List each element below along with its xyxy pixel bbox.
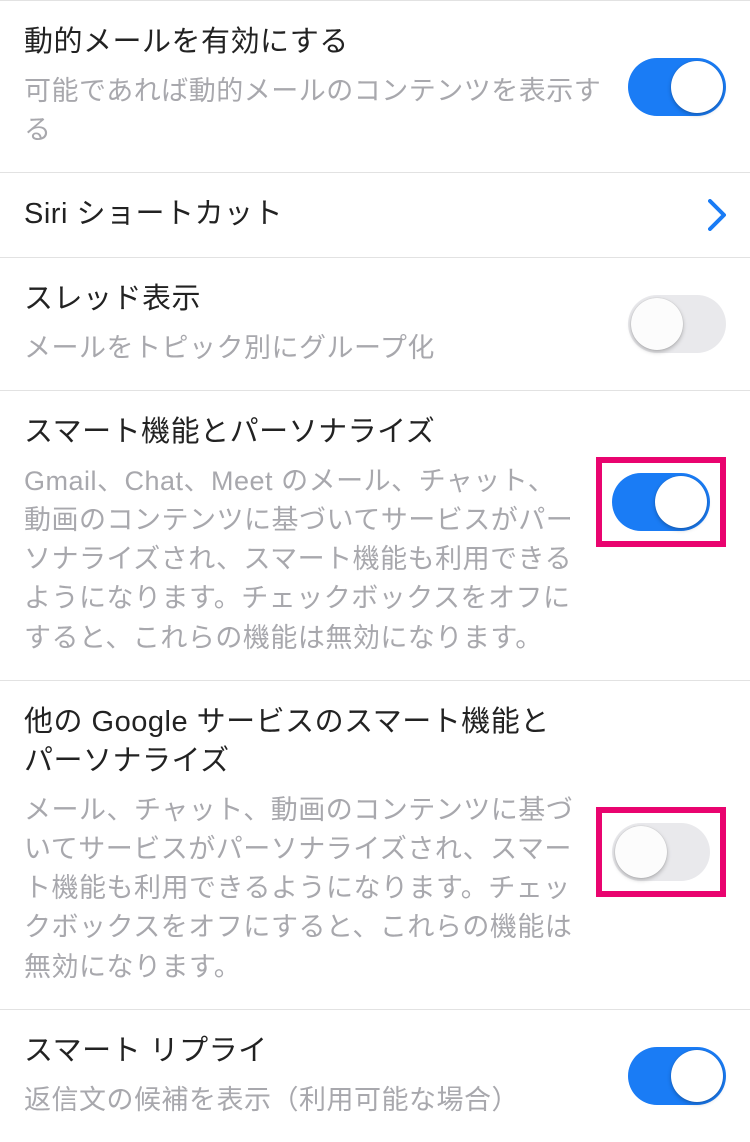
smart-personalize-control xyxy=(596,413,726,547)
smart-personalize-desc: Gmail、Chat、Meet のメール、チャット、動画のコンテンツに基づいてサ… xyxy=(24,462,578,658)
row-thread-view: スレッド表示 メールをトピック別にグループ化 xyxy=(0,258,750,391)
smart-reply-control xyxy=(628,1047,726,1105)
dynamic-mail-toggle[interactable] xyxy=(628,58,726,116)
dynamic-mail-control xyxy=(628,58,726,116)
row-text: 動的メールを有効にする 可能であれば動的メールのコンテンツを表示する xyxy=(24,23,610,150)
siri-chevron xyxy=(708,199,726,231)
toggle-knob xyxy=(615,826,667,878)
thread-toggle[interactable] xyxy=(628,295,726,353)
row-siri-shortcuts[interactable]: Siri ショートカット xyxy=(0,173,750,257)
highlight-box xyxy=(596,807,726,897)
chevron-right-icon xyxy=(708,199,726,231)
row-dynamic-mail: 動的メールを有効にする 可能であれば動的メールのコンテンツを表示する xyxy=(0,0,750,173)
dynamic-mail-title: 動的メールを有効にする xyxy=(24,23,610,62)
toggle-knob xyxy=(671,61,723,113)
smart-personalize-toggle[interactable] xyxy=(612,473,710,531)
row-text: スレッド表示 メールをトピック別にグループ化 xyxy=(24,280,610,368)
toggle-knob xyxy=(655,476,707,528)
thread-control xyxy=(628,295,726,353)
row-text: スマート機能とパーソナライズ Gmail、Chat、Meet のメール、チャット… xyxy=(24,413,578,658)
thread-title: スレッド表示 xyxy=(24,280,610,319)
smart-reply-title: スマート リプライ xyxy=(24,1032,610,1071)
siri-title: Siri ショートカット xyxy=(24,195,690,234)
smart-reply-toggle[interactable] xyxy=(628,1047,726,1105)
settings-list: 動的メールを有効にする 可能であれば動的メールのコンテンツを表示する Siri … xyxy=(0,0,750,1142)
smart-personalize-title: スマート機能とパーソナライズ xyxy=(24,413,578,452)
toggle-knob xyxy=(631,298,683,350)
row-other-google-smart: 他の Google サービスのスマート機能とパーソナライズ メール、チャット、動… xyxy=(0,681,750,1010)
highlight-box xyxy=(596,457,726,547)
other-google-control xyxy=(596,703,726,897)
thread-desc: メールをトピック別にグループ化 xyxy=(24,329,610,368)
smart-reply-desc: 返信文の候補を表示（利用可能な場合） xyxy=(24,1081,610,1120)
row-text: 他の Google サービスのスマート機能とパーソナライズ メール、チャット、動… xyxy=(24,703,578,987)
row-text: Siri ショートカット xyxy=(24,195,690,234)
other-google-toggle[interactable] xyxy=(612,823,710,881)
other-google-title: 他の Google サービスのスマート機能とパーソナライズ xyxy=(24,703,564,781)
toggle-knob xyxy=(671,1050,723,1102)
row-smart-personalize: スマート機能とパーソナライズ Gmail、Chat、Meet のメール、チャット… xyxy=(0,391,750,681)
other-google-desc: メール、チャット、動画のコンテンツに基づいてサービスがパーソナライズされ、スマー… xyxy=(24,791,578,987)
row-text: スマート リプライ 返信文の候補を表示（利用可能な場合） xyxy=(24,1032,610,1120)
dynamic-mail-desc: 可能であれば動的メールのコンテンツを表示する xyxy=(24,72,610,150)
row-smart-reply: スマート リプライ 返信文の候補を表示（利用可能な場合） xyxy=(0,1010,750,1142)
